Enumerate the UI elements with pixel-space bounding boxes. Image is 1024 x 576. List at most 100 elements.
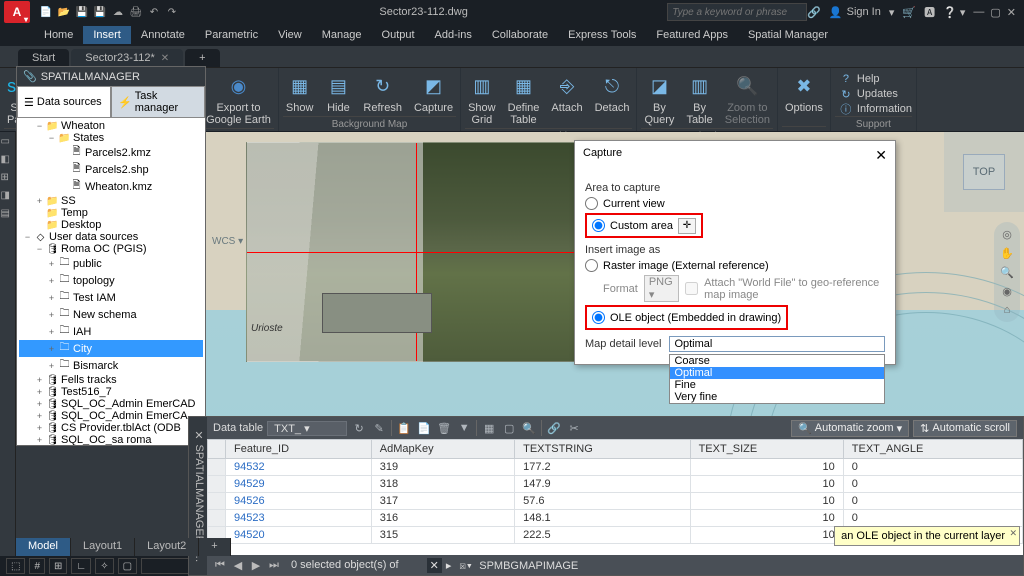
menu-featured-apps[interactable]: Featured Apps	[646, 26, 738, 44]
tree-toggle-icon[interactable]: −	[35, 121, 44, 131]
detail-option[interactable]: Fine	[670, 379, 884, 391]
qat-save-icon[interactable]: 💾	[74, 4, 90, 20]
tree-toggle-icon[interactable]: +	[35, 196, 44, 206]
menu-spatial-manager[interactable]: Spatial Manager	[738, 26, 838, 44]
menu-output[interactable]: Output	[372, 26, 425, 44]
dt-unlink-icon[interactable]: ✂	[566, 420, 582, 436]
tree-item[interactable]: +🗀City	[19, 340, 203, 357]
tree-toggle-icon[interactable]: +	[35, 423, 44, 433]
bg-show-button[interactable]: ▦Show	[283, 72, 317, 116]
dt-header[interactable]: TEXTSTRING	[515, 440, 690, 459]
help-icon[interactable]: ❔ ▾	[943, 6, 965, 19]
tree-toggle-icon[interactable]: +	[35, 411, 44, 421]
dt-prev-icon[interactable]: ◀	[231, 558, 245, 572]
detail-option[interactable]: Optimal	[670, 367, 884, 379]
dt-refresh-icon[interactable]: ↻	[351, 420, 367, 436]
auto-zoom-button[interactable]: 🔍Automatic zoom ▾	[791, 420, 909, 437]
rail-icon-1[interactable]: ▭	[1, 136, 15, 150]
table-row[interactable]: 94523316148.1100	[208, 510, 1023, 527]
dialog-close-icon[interactable]: ✕	[875, 147, 887, 164]
doctab-start[interactable]: Start	[18, 49, 69, 67]
rail-icon-2[interactable]: ◧	[1, 154, 15, 168]
dt-last-icon[interactable]: ⏭	[267, 558, 281, 572]
menu-view[interactable]: View	[268, 26, 312, 44]
tree-toggle-icon[interactable]: +	[47, 293, 56, 303]
info-button[interactable]: ⓘInformation	[839, 102, 912, 116]
qat-cloud-icon[interactable]: ☁	[110, 4, 126, 20]
qat-open-icon[interactable]: 📂	[56, 4, 72, 20]
tree-item[interactable]: +🗀IAH	[19, 323, 203, 340]
dt-select-none-icon[interactable]: ▢	[501, 420, 517, 436]
layout-tab-layout1[interactable]: Layout1	[71, 538, 135, 556]
spm-tab-data-sources[interactable]: ☰Data sources	[17, 86, 111, 118]
tree-item[interactable]: +🛢Fells tracks	[19, 374, 203, 386]
dt-filter-icon[interactable]: ▼	[456, 420, 472, 436]
layout-tab-model[interactable]: Model	[16, 538, 71, 556]
cart-icon[interactable]: 🛒	[902, 6, 916, 19]
maximize-icon[interactable]: ▢	[990, 6, 1000, 19]
qat-plot-icon[interactable]: 🖨	[128, 4, 144, 20]
app-logo[interactable]: A	[4, 1, 30, 23]
model-space-toggle[interactable]: ⬚	[6, 558, 25, 574]
exchange-apps-icon[interactable]: ▾	[889, 6, 895, 19]
dt-detach-button[interactable]: ⎋Detach	[592, 72, 633, 116]
sel-by-table-button[interactable]: ▥ByTable	[683, 72, 715, 128]
dt-layer-select[interactable]: TXT_ ▾	[267, 421, 347, 436]
close-icon[interactable]: ✕	[1007, 6, 1016, 19]
tree-toggle-icon[interactable]: +	[35, 387, 44, 397]
dt-first-icon[interactable]: ⏮	[213, 558, 227, 572]
detail-option[interactable]: Coarse	[670, 355, 884, 367]
detail-option[interactable]: Very fine	[670, 391, 884, 403]
tree-toggle-icon[interactable]: −	[23, 232, 32, 242]
table-row[interactable]: 94529318147.9100	[208, 476, 1023, 493]
tree-item[interactable]: 🗎Parcels2.shp	[19, 161, 203, 178]
tree-item[interactable]: +🛢SQL_OC_sa roma	[19, 434, 203, 445]
dt-paste-icon[interactable]: 📄	[416, 420, 432, 436]
dt-show-grid-button[interactable]: ▥ShowGrid	[465, 72, 499, 128]
rail-icon-3[interactable]: ⊞	[1, 172, 15, 186]
osnap-toggle[interactable]: ▢	[118, 558, 137, 574]
tree-item[interactable]: −◇User data sources	[19, 231, 203, 243]
menu-parametric[interactable]: Parametric	[195, 26, 268, 44]
close-cmd-icon[interactable]: ✕	[427, 558, 442, 573]
qat-redo-icon[interactable]: ↷	[164, 4, 180, 20]
tree-item[interactable]: 📁Desktop	[19, 219, 203, 231]
tree-item[interactable]: +🛢SQL_OC_Admin EmerCA	[19, 410, 203, 422]
tree-item[interactable]: +📁SS	[19, 195, 203, 207]
table-row[interactable]: 9452631757.6100	[208, 493, 1023, 510]
dt-zoom-sel-icon[interactable]: 🔍	[521, 420, 537, 436]
layout-tab-add[interactable]: +	[199, 538, 230, 556]
auto-scroll-button[interactable]: ⇅Automatic scroll	[913, 420, 1017, 437]
sel-by-query-button[interactable]: ◪ByQuery	[641, 72, 677, 128]
signin-button[interactable]: 👤Sign In	[829, 6, 881, 19]
nav-orbit-icon[interactable]: ◉	[1002, 285, 1012, 298]
bg-hide-button[interactable]: ▤Hide	[322, 72, 354, 116]
nav-zoom-icon[interactable]: 🔍	[1000, 266, 1014, 279]
menu-manage[interactable]: Manage	[312, 26, 372, 44]
tree-item[interactable]: +🗀Bismarck	[19, 357, 203, 374]
rail-icon-5[interactable]: ▤	[1, 208, 15, 222]
dt-header[interactable]: AdMapKey	[371, 440, 514, 459]
rail-icon-4[interactable]: ◨	[1, 190, 15, 204]
tree-item[interactable]: +🛢SQL_OC_Admin EmerCAD	[19, 398, 203, 410]
nav-steer-icon[interactable]: ⌂	[1004, 304, 1011, 316]
tree-item[interactable]: +🛢CS Provider.tblAct (ODB	[19, 422, 203, 434]
ortho-toggle[interactable]: ∟	[71, 558, 91, 574]
dt-edit-icon[interactable]: ✎	[371, 420, 387, 436]
view-cube-top[interactable]: TOP	[963, 154, 1005, 190]
polar-toggle[interactable]: ✧	[95, 558, 113, 574]
tree-toggle-icon[interactable]: +	[47, 276, 56, 286]
tree-toggle-icon[interactable]: +	[47, 344, 56, 354]
tree-item[interactable]: +🗀topology	[19, 272, 203, 289]
dt-close-icon[interactable]: ✕	[194, 429, 203, 442]
grid-toggle[interactable]: #	[29, 558, 45, 574]
menu-collaborate[interactable]: Collaborate	[482, 26, 558, 44]
pick-area-button[interactable]: ✛	[678, 218, 696, 234]
tree-item[interactable]: +🗀Test IAM	[19, 289, 203, 306]
doctab-new[interactable]: +	[185, 49, 219, 67]
dt-header[interactable]: TEXT_SIZE	[690, 440, 843, 459]
radio-current-view[interactable]: Current view	[585, 197, 885, 210]
menu-annotate[interactable]: Annotate	[131, 26, 195, 44]
help-button[interactable]: ?Help	[839, 72, 912, 86]
radio-ole[interactable]: OLE object (Embedded in drawing)	[592, 311, 781, 324]
